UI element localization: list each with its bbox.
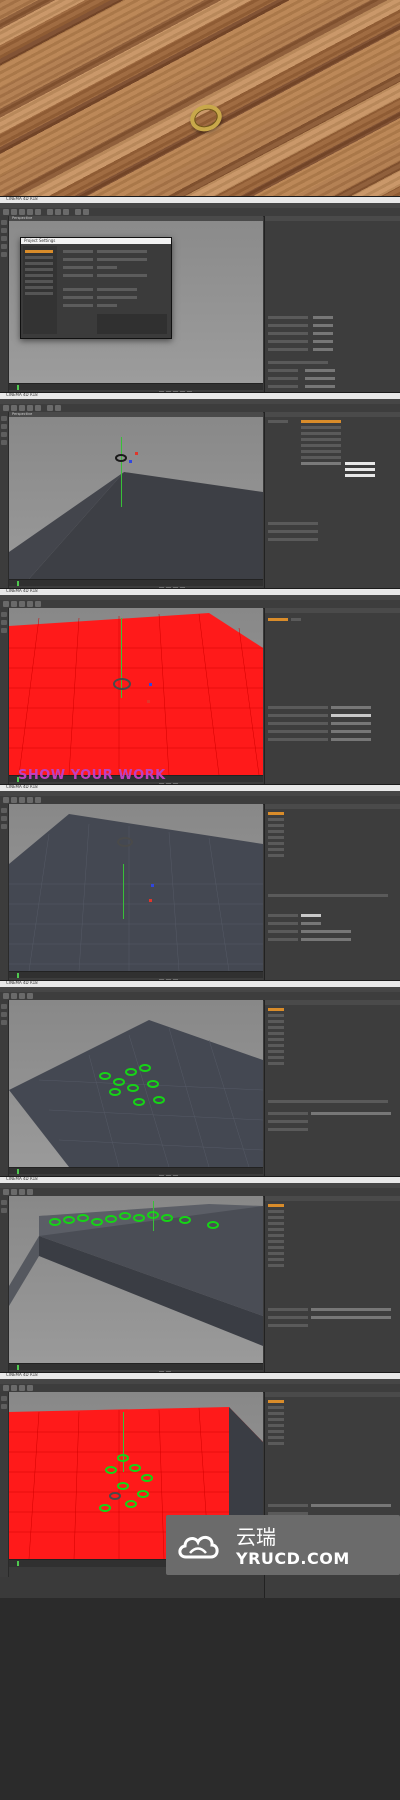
c4d-panel-2: CINEMA 4D R18 Perspective Create Edit Fu…	[0, 392, 400, 618]
torus-clone[interactable]	[77, 1214, 89, 1222]
torus-clone[interactable]	[125, 1500, 137, 1508]
gold-ring	[186, 100, 226, 136]
torus-clone[interactable]	[99, 1504, 111, 1512]
torus-clone[interactable]	[133, 1214, 145, 1222]
project-settings-dialog[interactable]: Project Settings	[20, 237, 172, 339]
torus-clone[interactable]	[133, 1098, 145, 1106]
dark-floor-plane	[9, 814, 263, 971]
torus-clone[interactable]	[129, 1464, 141, 1472]
left-toolbar[interactable]	[0, 1196, 9, 1381]
torus-clone[interactable]	[119, 1212, 131, 1220]
left-toolbar[interactable]	[0, 412, 9, 597]
viewport[interactable]	[9, 1000, 263, 1167]
torus-clone[interactable]	[147, 1080, 159, 1088]
watermark-chinese-text: 云瑞	[236, 1525, 276, 1549]
dialog-sidebar[interactable]	[23, 246, 57, 334]
torus-clone[interactable]	[179, 1216, 191, 1224]
show-your-work-caption: SHOW YOUR WORK	[18, 768, 166, 783]
torus-object[interactable]	[115, 454, 127, 462]
left-toolbar[interactable]	[0, 216, 9, 401]
torus-clone[interactable]	[207, 1221, 219, 1229]
torus-clone[interactable]	[49, 1218, 61, 1226]
torus-clone[interactable]	[91, 1218, 103, 1226]
torus-object[interactable]	[113, 678, 131, 690]
viewport[interactable]	[9, 804, 263, 971]
c4d-panel-6: CINEMA 4D R18 Create	[0, 1176, 400, 1402]
tutorial-collage: CINEMA 4D R18 Perspective Create Edit Fu…	[0, 0, 400, 1800]
torus-clone[interactable]	[113, 1078, 125, 1086]
torus-clone[interactable]	[99, 1072, 111, 1080]
torus-clone[interactable]	[139, 1064, 151, 1072]
ground-plane	[9, 472, 263, 579]
dialog-titlebar: Project Settings	[21, 238, 171, 244]
torus-clone[interactable]	[109, 1492, 121, 1500]
torus-clone[interactable]	[161, 1214, 173, 1222]
torus-clone[interactable]	[141, 1474, 153, 1482]
left-toolbar[interactable]	[0, 1392, 9, 1577]
torus-clone[interactable]	[105, 1215, 117, 1223]
left-toolbar[interactable]	[0, 804, 9, 989]
cloud-logo-icon	[178, 1536, 219, 1559]
c4d-panel-4: CINEMA 4D R18 Create Edit Function Textu…	[0, 784, 400, 1010]
torus-clone[interactable]	[105, 1466, 117, 1474]
torus-clone[interactable]	[117, 1482, 129, 1490]
torus-clone[interactable]	[109, 1088, 121, 1096]
watermark: 云瑞 YRUCD.COM	[166, 1515, 400, 1575]
left-toolbar[interactable]	[0, 608, 9, 793]
left-toolbar[interactable]	[0, 1000, 9, 1185]
c4d-panel-5: CINEMA 4D R18 Create E	[0, 980, 400, 1206]
hero-wood-photo	[0, 0, 400, 225]
viewport[interactable]	[9, 1196, 263, 1363]
viewport-label: Perspective	[12, 216, 33, 220]
torus-object[interactable]	[117, 837, 133, 847]
torus-clone[interactable]	[137, 1490, 149, 1498]
dark-floor-plane	[9, 1020, 263, 1167]
watermark-domain-text: YRUCD.COM	[236, 1549, 350, 1568]
viewport[interactable]	[9, 608, 263, 775]
torus-clone[interactable]	[63, 1216, 75, 1224]
torus-clone[interactable]	[153, 1096, 165, 1104]
torus-clone[interactable]	[127, 1084, 139, 1092]
viewport[interactable]: Perspective	[9, 412, 263, 579]
torus-clone[interactable]	[125, 1068, 137, 1076]
torus-clone[interactable]	[117, 1454, 129, 1462]
red-floor-plane	[9, 613, 263, 775]
